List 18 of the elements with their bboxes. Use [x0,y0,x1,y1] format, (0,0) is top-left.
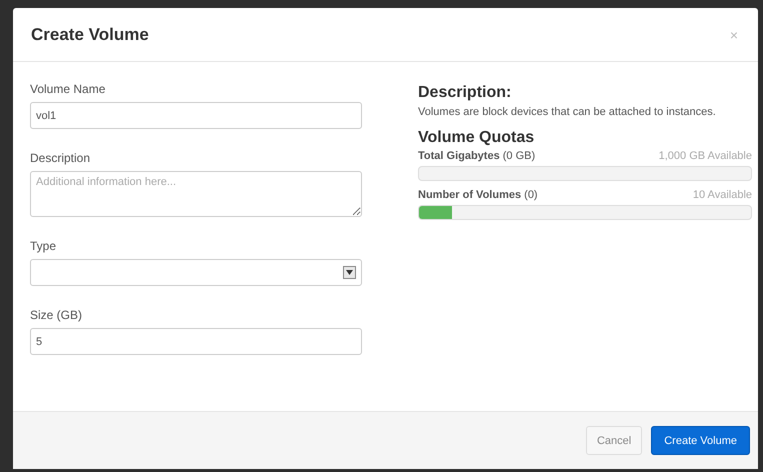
quota-label: Total Gigabytes (0 GB) [418,150,536,162]
quota-label: Number of Volumes (0) [418,189,538,201]
description-text: Volumes are block devices that can be attached to instances. [418,105,717,120]
type-dropdown[interactable] [30,259,362,286]
field-label: Description [30,151,92,165]
dialog-title: Create Volume [31,24,149,44]
field-label: Type [30,239,58,253]
description-field[interactable]: Additional information here... [30,171,362,217]
field-label: Volume Name [30,82,106,96]
create-button[interactable]: Create Volume [651,426,750,455]
section-heading: Volume Quotas [418,129,536,147]
field-label: Size (GB) [30,308,84,322]
section-heading: Description: [418,84,512,102]
input-field[interactable]: 5 [30,328,362,355]
quota-available: 10 Available [692,189,752,201]
cancel-button[interactable]: Cancel [586,426,642,455]
input-field[interactable]: vol1 [30,102,362,129]
quota-available: 1,000 GB Available [658,150,752,162]
